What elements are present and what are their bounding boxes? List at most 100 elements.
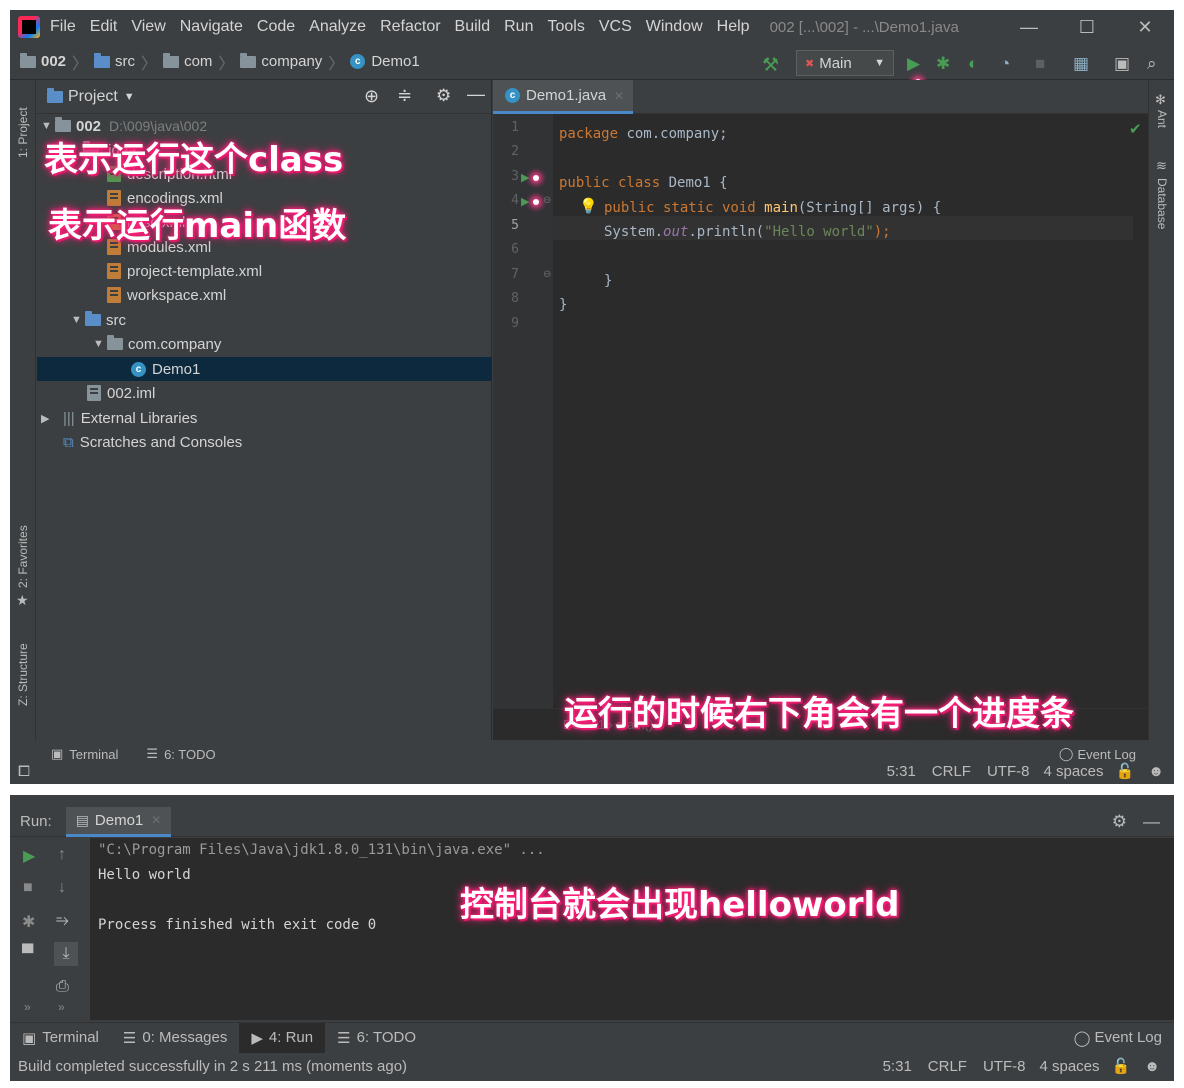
project-tool-tab[interactable]: 1: Project — [16, 107, 30, 158]
debug-icon[interactable]: ✱ — [936, 54, 950, 74]
tree-scratches[interactable]: ⧉ Scratches and Consoles — [37, 430, 492, 454]
code-line-4[interactable]: public static void main(String[] args) { — [604, 200, 941, 216]
tree-file[interactable]: project-template.xml — [37, 259, 492, 283]
run-main-gutter-icon[interactable]: ▶ — [521, 195, 529, 208]
run-tab-demo1[interactable]: ▤ Demo1 ✕ — [65, 806, 172, 837]
breadcrumb-com[interactable]: com — [163, 52, 212, 70]
collapse-arrow-icon[interactable]: ▶ — [41, 412, 55, 425]
lightbulb-icon[interactable]: 💡 — [579, 197, 598, 215]
run-config-select[interactable]: ✖ Main ▼ — [796, 50, 894, 76]
menu-edit[interactable]: Edit — [90, 18, 118, 36]
favorites-tool-tab[interactable]: 2: Favorites — [16, 525, 30, 588]
rerun-icon[interactable]: ▶ — [23, 846, 35, 866]
inspector-icon[interactable]: ☻ — [1148, 763, 1164, 780]
project-structure-icon[interactable]: ▦ — [1073, 54, 1089, 74]
lock-icon[interactable]: 🔓 — [1112, 1057, 1131, 1075]
search-icon[interactable]: ⌕ — [1147, 54, 1157, 74]
menu-analyze[interactable]: Analyze — [309, 18, 366, 36]
lock-icon[interactable]: 🔓 — [1116, 762, 1135, 780]
code-line-7[interactable]: } — [604, 273, 612, 289]
profile-icon[interactable]: ◔ — [1000, 54, 1010, 74]
layout-icon[interactable]: ▀ — [22, 945, 33, 963]
menu-view[interactable]: View — [131, 18, 165, 36]
indent-setting[interactable]: 4 spaces — [1043, 763, 1103, 780]
tree-external-libraries[interactable]: ▶ ||| External Libraries — [37, 406, 492, 430]
expand-arrow-icon[interactable]: ▼ — [41, 120, 55, 132]
scroll-to-end-icon[interactable]: ⤓ — [54, 942, 78, 966]
breadcrumb-src[interactable]: src — [94, 52, 135, 70]
tree-class-demo1[interactable]: c Demo1 — [37, 357, 492, 381]
expand-arrow-icon[interactable]: ▼ — [71, 314, 85, 326]
tree-src-folder[interactable]: ▼ src — [37, 308, 492, 332]
close-tab-icon[interactable]: ✕ — [614, 89, 624, 103]
code-line-5[interactable]: System.out.println("Hello world"); — [604, 224, 891, 240]
code-line-3[interactable]: public class Demo1 { — [559, 175, 728, 191]
tool-windows-icon[interactable]: ⧠ — [18, 763, 30, 780]
chevron-down-icon[interactable]: ▼ — [124, 91, 135, 103]
coverage-icon[interactable]: ◐ — [968, 54, 978, 74]
breadcrumb-company[interactable]: company — [240, 52, 322, 70]
tree-file[interactable]: workspace.xml — [37, 283, 492, 307]
menu-tools[interactable]: Tools — [547, 18, 584, 36]
expand-arrow-icon[interactable]: ▼ — [93, 338, 107, 350]
locate-icon[interactable]: ⊕ — [364, 86, 379, 107]
project-view-select[interactable]: Project — [68, 88, 118, 106]
menu-build[interactable]: Build — [455, 18, 491, 36]
menu-refactor[interactable]: Refactor — [380, 18, 440, 36]
more-icon[interactable]: » — [58, 1000, 65, 1014]
collapse-icon[interactable]: ≑ — [397, 85, 412, 106]
fold-icon[interactable]: ⊖ — [543, 195, 551, 206]
tree-package[interactable]: ▼ com.company — [37, 332, 492, 356]
soft-wrap-icon[interactable]: ⥱ — [56, 912, 69, 930]
more-icon[interactable]: » — [24, 1000, 31, 1014]
hide-icon[interactable]: — — [467, 84, 485, 105]
debug-icon[interactable]: ✱ — [22, 912, 35, 932]
menu-help[interactable]: Help — [717, 18, 750, 36]
layout-icon[interactable]: ▣ — [1114, 54, 1130, 74]
structure-tool-tab[interactable]: Z: Structure — [16, 643, 30, 706]
close-tab-icon[interactable]: ✕ — [151, 813, 161, 827]
file-encoding[interactable]: UTF-8 — [987, 763, 1030, 780]
breadcrumb-demo1[interactable]: c Demo1 — [350, 53, 420, 70]
maximize-icon[interactable]: ☐ — [1062, 10, 1112, 44]
code-line-1[interactable]: package com.company; — [559, 126, 728, 142]
line-ending[interactable]: CRLF — [928, 1058, 967, 1075]
stop-icon[interactable]: ■ — [1035, 54, 1045, 74]
ant-tool-tab[interactable]: Ant — [1155, 110, 1169, 128]
todo-tab[interactable]: ☰ 6: TODO — [325, 1023, 428, 1053]
fold-icon[interactable]: ⊖ — [543, 269, 551, 280]
menu-run[interactable]: Run — [504, 18, 533, 36]
terminal-tab[interactable]: ▣ Terminal — [10, 1023, 111, 1053]
event-log-tab[interactable]: ◯ Event Log — [1062, 1023, 1174, 1053]
build-status-message[interactable]: Build completed successfully in 2 s 211 … — [18, 1058, 407, 1075]
gear-icon[interactable]: ⚙ — [436, 86, 451, 106]
down-arrow-icon[interactable]: ↓ — [58, 879, 66, 897]
build-hammer-icon[interactable]: ⚒ — [762, 54, 779, 77]
console-output[interactable]: "C:\Program Files\Java\jdk1.8.0_131\bin\… — [90, 838, 1174, 1020]
messages-tab[interactable]: ☰ 0: Messages — [111, 1023, 240, 1053]
menu-window[interactable]: Window — [646, 18, 703, 36]
hide-icon[interactable]: — — [1143, 812, 1160, 832]
code-line-8[interactable]: } — [559, 297, 567, 313]
stop-icon[interactable]: ■ — [23, 879, 33, 897]
menu-vcs[interactable]: VCS — [599, 18, 632, 36]
run-icon[interactable]: ▶ — [907, 54, 920, 74]
menu-navigate[interactable]: Navigate — [180, 18, 243, 36]
caret-position[interactable]: 5:31 — [887, 763, 916, 780]
indent-setting[interactable]: 4 spaces — [1039, 1058, 1099, 1075]
caret-position[interactable]: 5:31 — [883, 1058, 912, 1075]
inspector-icon[interactable]: ☻ — [1144, 1058, 1160, 1075]
tree-iml-file[interactable]: 002.iml — [37, 381, 492, 405]
line-ending[interactable]: CRLF — [932, 763, 971, 780]
file-encoding[interactable]: UTF-8 — [983, 1058, 1026, 1075]
up-arrow-icon[interactable]: ↑ — [58, 846, 66, 864]
breadcrumb-project[interactable]: 002 — [20, 52, 66, 70]
minimize-icon[interactable]: — — [1004, 10, 1054, 44]
close-icon[interactable]: ✕ — [1120, 10, 1170, 44]
print-icon[interactable]: ⎙ — [56, 978, 69, 996]
menu-file[interactable]: File — [50, 18, 76, 36]
gear-icon[interactable]: ⚙ — [1112, 812, 1127, 832]
database-tool-tab[interactable]: Database — [1155, 178, 1169, 229]
run-class-gutter-icon[interactable]: ▶ — [521, 171, 529, 184]
editor-tab-demo1[interactable]: c Demo1.java ✕ — [493, 80, 633, 114]
